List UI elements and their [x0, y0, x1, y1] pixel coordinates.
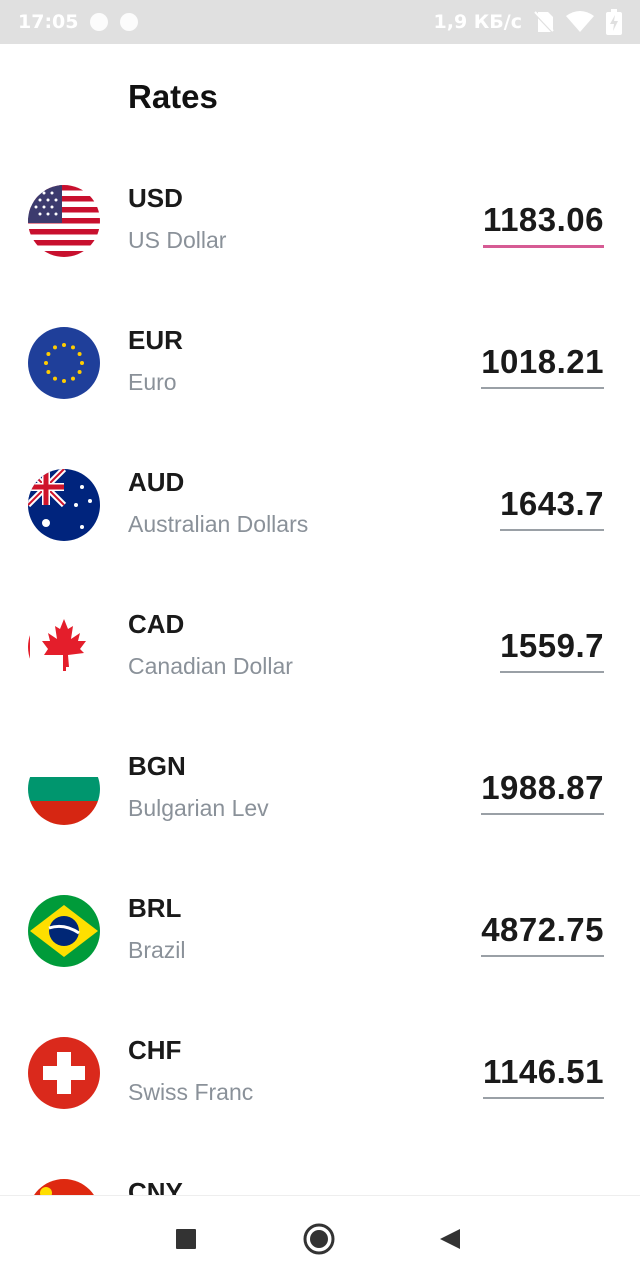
ca-flag-icon: [28, 611, 100, 683]
bg-flag-icon: [28, 753, 100, 825]
rate-value-input[interactable]: 4872.75: [481, 911, 604, 957]
rate-row-cny[interactable]: CNY: [0, 1143, 640, 1195]
page-title: Rates: [128, 78, 218, 115]
recents-square-icon[interactable]: [176, 1229, 196, 1254]
rate-value-input[interactable]: 1183.06: [483, 201, 604, 248]
rate-value-input[interactable]: 1988.87: [481, 769, 604, 815]
home-circle-icon[interactable]: [303, 1223, 335, 1260]
rate-row-usd[interactable]: USD US Dollar 1183.06: [0, 149, 640, 291]
us-flag-icon: [28, 185, 100, 257]
rate-value-input[interactable]: 1146.51: [483, 1053, 604, 1099]
navigation-bar: [0, 1195, 640, 1280]
currency-code: BGN: [128, 751, 186, 781]
rates-list[interactable]: Rates USD US Dollar 1183.06 EUR Euro 101…: [0, 0, 640, 1195]
rate-row-eur[interactable]: EUR Euro 1018.21: [0, 291, 640, 433]
currency-name: Australian Dollars: [128, 511, 309, 537]
cn-flag-icon: [28, 1179, 100, 1195]
currency-name: Swiss Franc: [128, 1079, 254, 1105]
currency-name: Bulgarian Lev: [128, 795, 269, 821]
currency-name: Euro: [128, 369, 177, 395]
currency-code: CNY: [128, 1177, 183, 1195]
currency-code: AUD: [128, 467, 185, 497]
rate-row-bgn[interactable]: BGN Bulgarian Lev 1988.87: [0, 717, 640, 859]
rate-row-brl[interactable]: BRL Brazil 4872.75: [0, 859, 640, 1001]
rate-value-input[interactable]: 1643.7: [500, 485, 604, 531]
rate-value-input[interactable]: 1559.7: [500, 627, 604, 673]
currency-code: CAD: [128, 609, 185, 639]
rate-value-input[interactable]: 1018.21: [481, 343, 604, 389]
currency-name: US Dollar: [128, 227, 227, 253]
currency-name: Brazil: [128, 937, 186, 963]
rate-row-cad[interactable]: CAD Canadian Dollar 1559.7: [0, 575, 640, 717]
back-triangle-icon[interactable]: [439, 1228, 461, 1255]
currency-code: USD: [128, 183, 183, 213]
rate-row-aud[interactable]: AUD Australian Dollars 1643.7: [0, 433, 640, 575]
br-flag-icon: [28, 895, 100, 967]
currency-code: CHF: [128, 1035, 182, 1065]
currency-name: Canadian Dollar: [128, 653, 293, 679]
currency-code: EUR: [128, 325, 183, 355]
currency-code: BRL: [128, 893, 182, 923]
ch-flag-icon: [28, 1037, 100, 1109]
au-flag-icon: [28, 469, 100, 541]
rate-row-chf[interactable]: CHF Swiss Franc 1146.51: [0, 1001, 640, 1143]
eu-flag-icon: [28, 327, 100, 399]
